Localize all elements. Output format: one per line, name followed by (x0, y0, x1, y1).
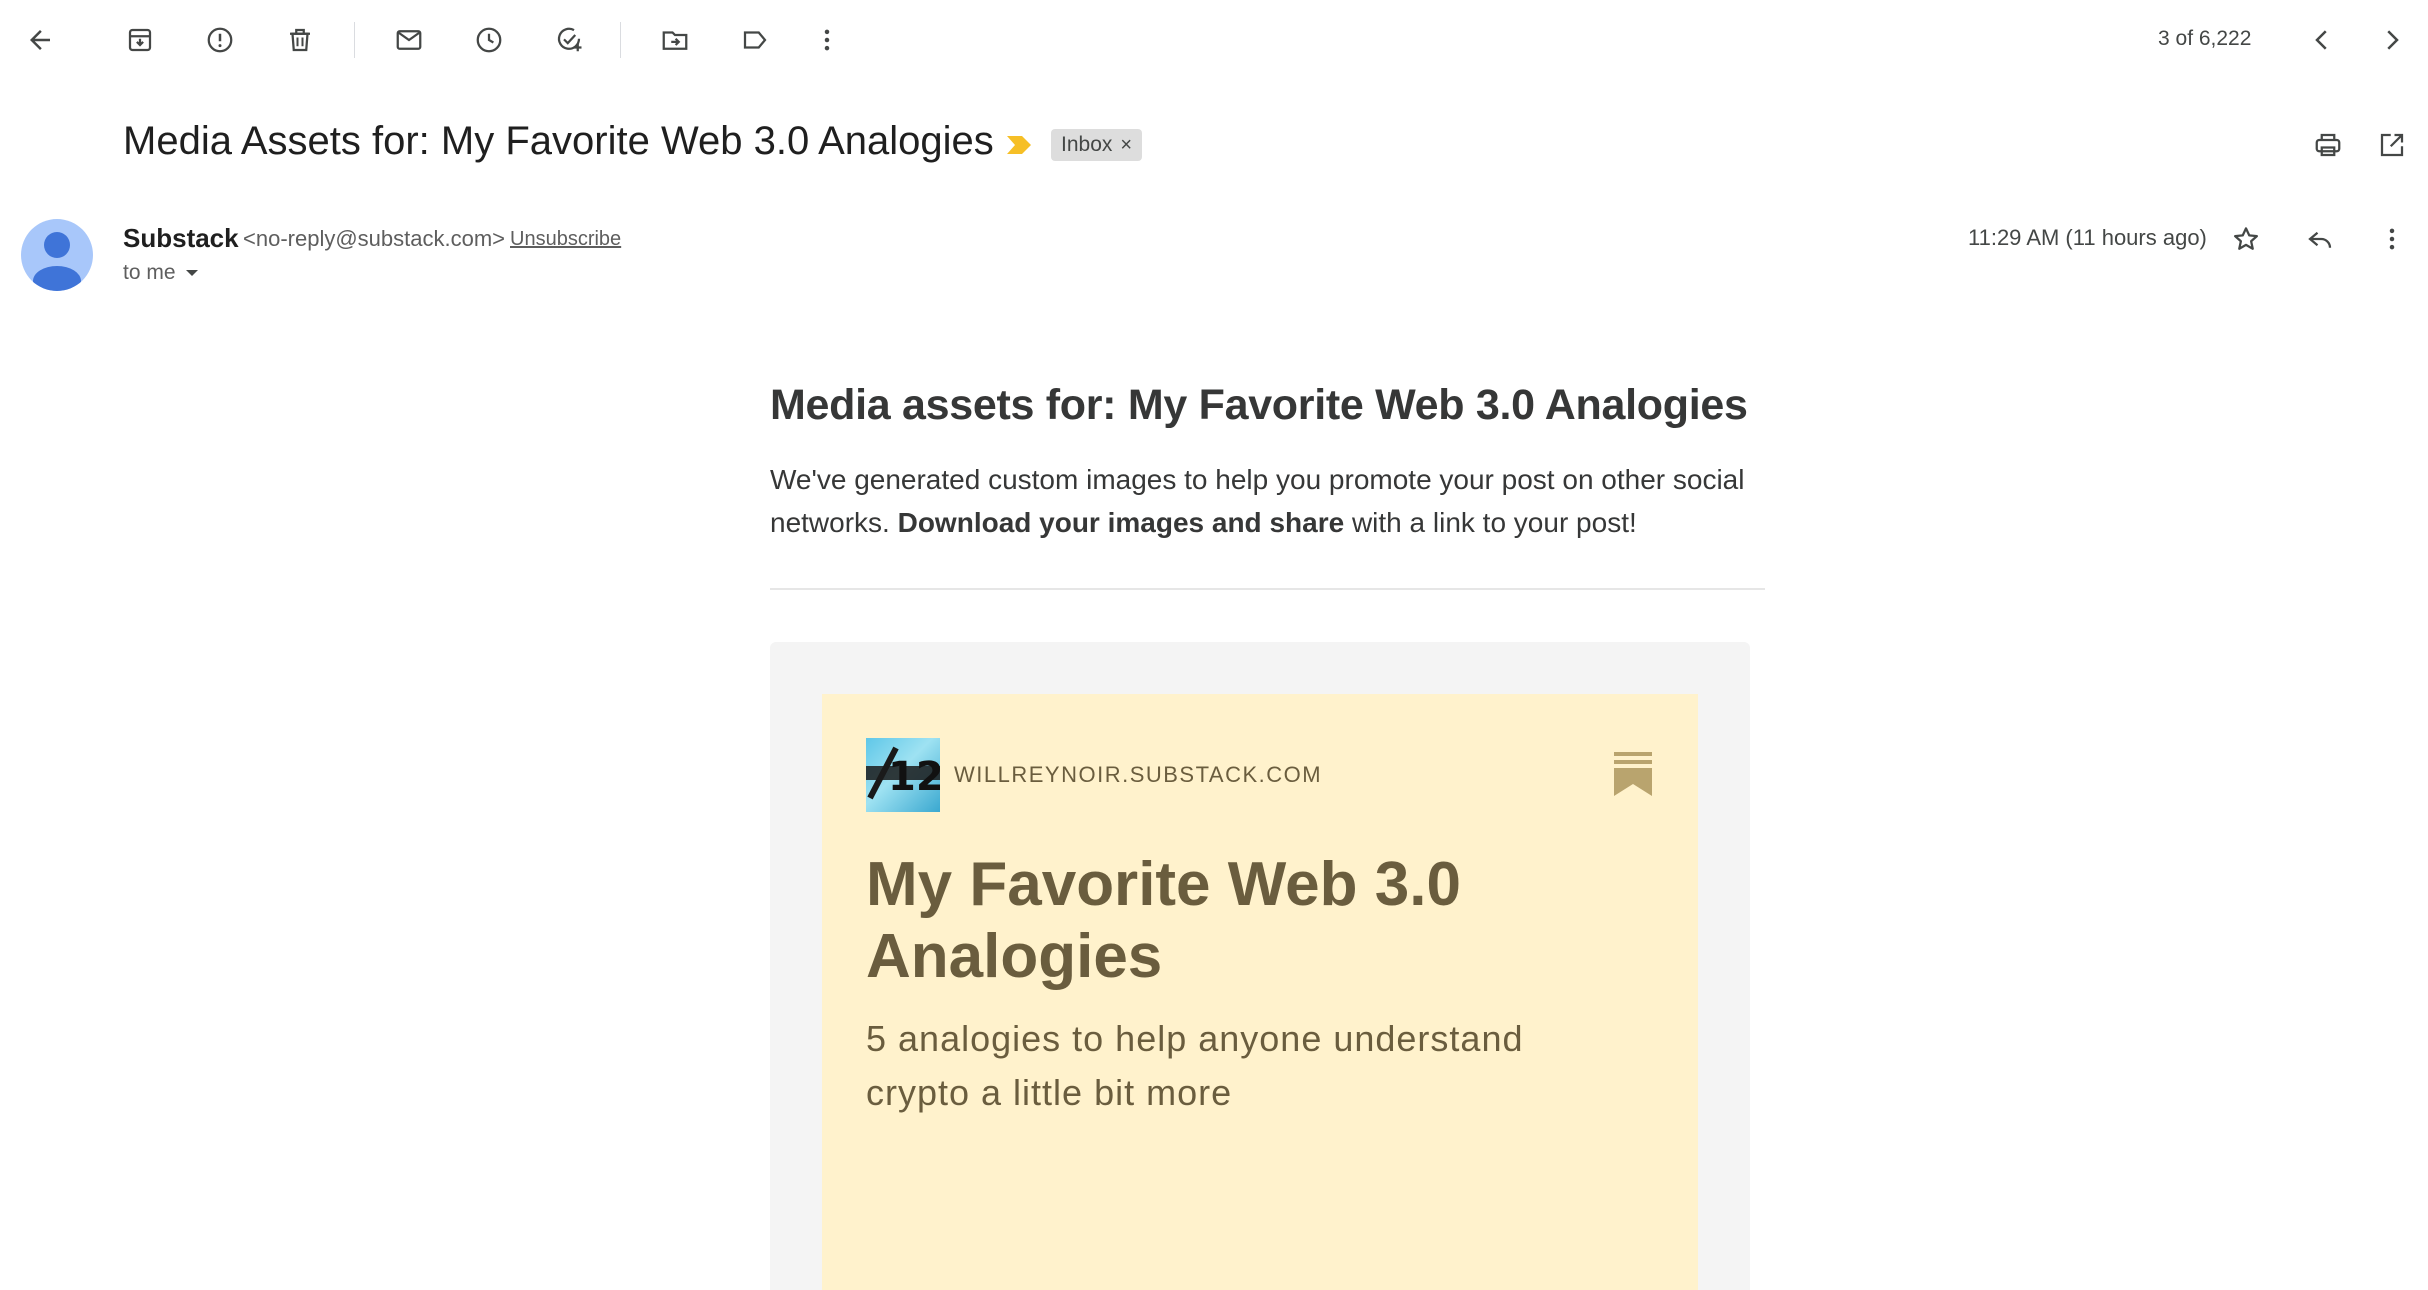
recipient-label: to me (123, 261, 176, 284)
archive-icon (128, 28, 152, 52)
back-arrow-icon (30, 30, 50, 50)
sender-avatar[interactable] (21, 219, 93, 291)
message-toolbar: 3 of 6,222 (0, 0, 2428, 80)
snooze-icon (476, 27, 502, 53)
mark-unread-icon (396, 30, 422, 50)
sender-email: <no-reply@substack.com> (243, 226, 506, 251)
open-in-new-icon (2380, 133, 2404, 157)
publication-domain: WILLREYNOIR.SUBSTACK.COM (954, 762, 1323, 787)
mark-unread-button[interactable] (385, 16, 433, 64)
post-title: My Favorite Web 3.0 Analogies (866, 850, 1461, 991)
email-subject: Media Assets for: My Favorite Web 3.0 An… (123, 119, 994, 163)
move-to-button[interactable] (651, 16, 699, 64)
message-intro: We've generated custom images to help yo… (770, 458, 1770, 544)
sender-row: Substack <no-reply@substack.com> Unsubsc… (0, 215, 2428, 295)
post-preview-card[interactable]: 12 WILLREYNOIR.SUBSTACK.COM My Favorite … (822, 694, 1698, 1290)
delete-icon (290, 28, 310, 52)
message-body: Media assets for: My Favorite Web 3.0 An… (770, 380, 1770, 590)
back-button[interactable] (16, 16, 64, 64)
logo-text: 12 (888, 754, 940, 800)
recipient-details-toggle[interactable]: to me (123, 261, 200, 285)
open-new-window-button[interactable] (2370, 123, 2414, 167)
older-message-button[interactable] (2368, 16, 2416, 64)
message-timestamp: 11:29 AM (11 hours ago) (1968, 225, 2207, 250)
media-asset-frame: 12 WILLREYNOIR.SUBSTACK.COM My Favorite … (770, 642, 1750, 1290)
label-chip-text: Inbox (1061, 133, 1113, 156)
label-icon (743, 31, 767, 49)
inbox-label-chip: Inbox × (1051, 129, 1143, 161)
toolbar-divider (354, 22, 355, 58)
print-icon (2315, 133, 2341, 157)
importance-marker-icon[interactable] (1005, 133, 1033, 157)
toolbar-divider (620, 22, 621, 58)
delete-button[interactable] (276, 16, 324, 64)
caret-down-icon (185, 270, 198, 276)
add-task-button[interactable] (545, 16, 593, 64)
person-icon (33, 232, 81, 291)
print-all-button[interactable] (2306, 123, 2350, 167)
logo-badge-icon: 12 (866, 746, 940, 800)
label-button[interactable] (731, 16, 779, 64)
intro-bold-text: Download your images and share (897, 506, 1345, 538)
more-actions-button[interactable] (803, 16, 851, 64)
newer-message-button[interactable] (2298, 16, 2346, 64)
report-spam-icon (207, 27, 233, 53)
chevron-left-icon (2315, 30, 2327, 50)
bookmark-icon (1614, 752, 1652, 796)
report-spam-button[interactable] (196, 16, 244, 64)
more-vert-icon (824, 29, 830, 51)
star-icon (2234, 227, 2258, 250)
sender-name[interactable]: Substack (123, 223, 239, 254)
unsubscribe-link[interactable]: Unsubscribe (510, 228, 621, 251)
post-subtitle: 5 analogies to help anyone understand cr… (866, 1018, 1524, 1113)
chevron-right-icon (2387, 30, 2399, 50)
star-button[interactable] (2224, 217, 2268, 261)
publication-logo: 12 (866, 738, 940, 812)
message-more-button[interactable] (2370, 217, 2414, 261)
reply-icon (2308, 231, 2332, 248)
reply-button[interactable] (2298, 217, 2342, 261)
intro-text-end: with a link to your post! (1344, 506, 1637, 538)
subject-row: Media Assets for: My Favorite Web 3.0 An… (0, 115, 2428, 175)
archive-button[interactable] (116, 16, 164, 64)
move-to-icon (662, 31, 688, 50)
body-divider (770, 587, 1765, 590)
message-heading: Media assets for: My Favorite Web 3.0 An… (770, 381, 1748, 429)
snooze-button[interactable] (465, 16, 513, 64)
more-vert-icon (2389, 228, 2395, 250)
remove-label-button[interactable]: × (1120, 134, 1132, 157)
add-task-icon (557, 27, 582, 52)
message-pager: 3 of 6,222 (2158, 27, 2252, 50)
